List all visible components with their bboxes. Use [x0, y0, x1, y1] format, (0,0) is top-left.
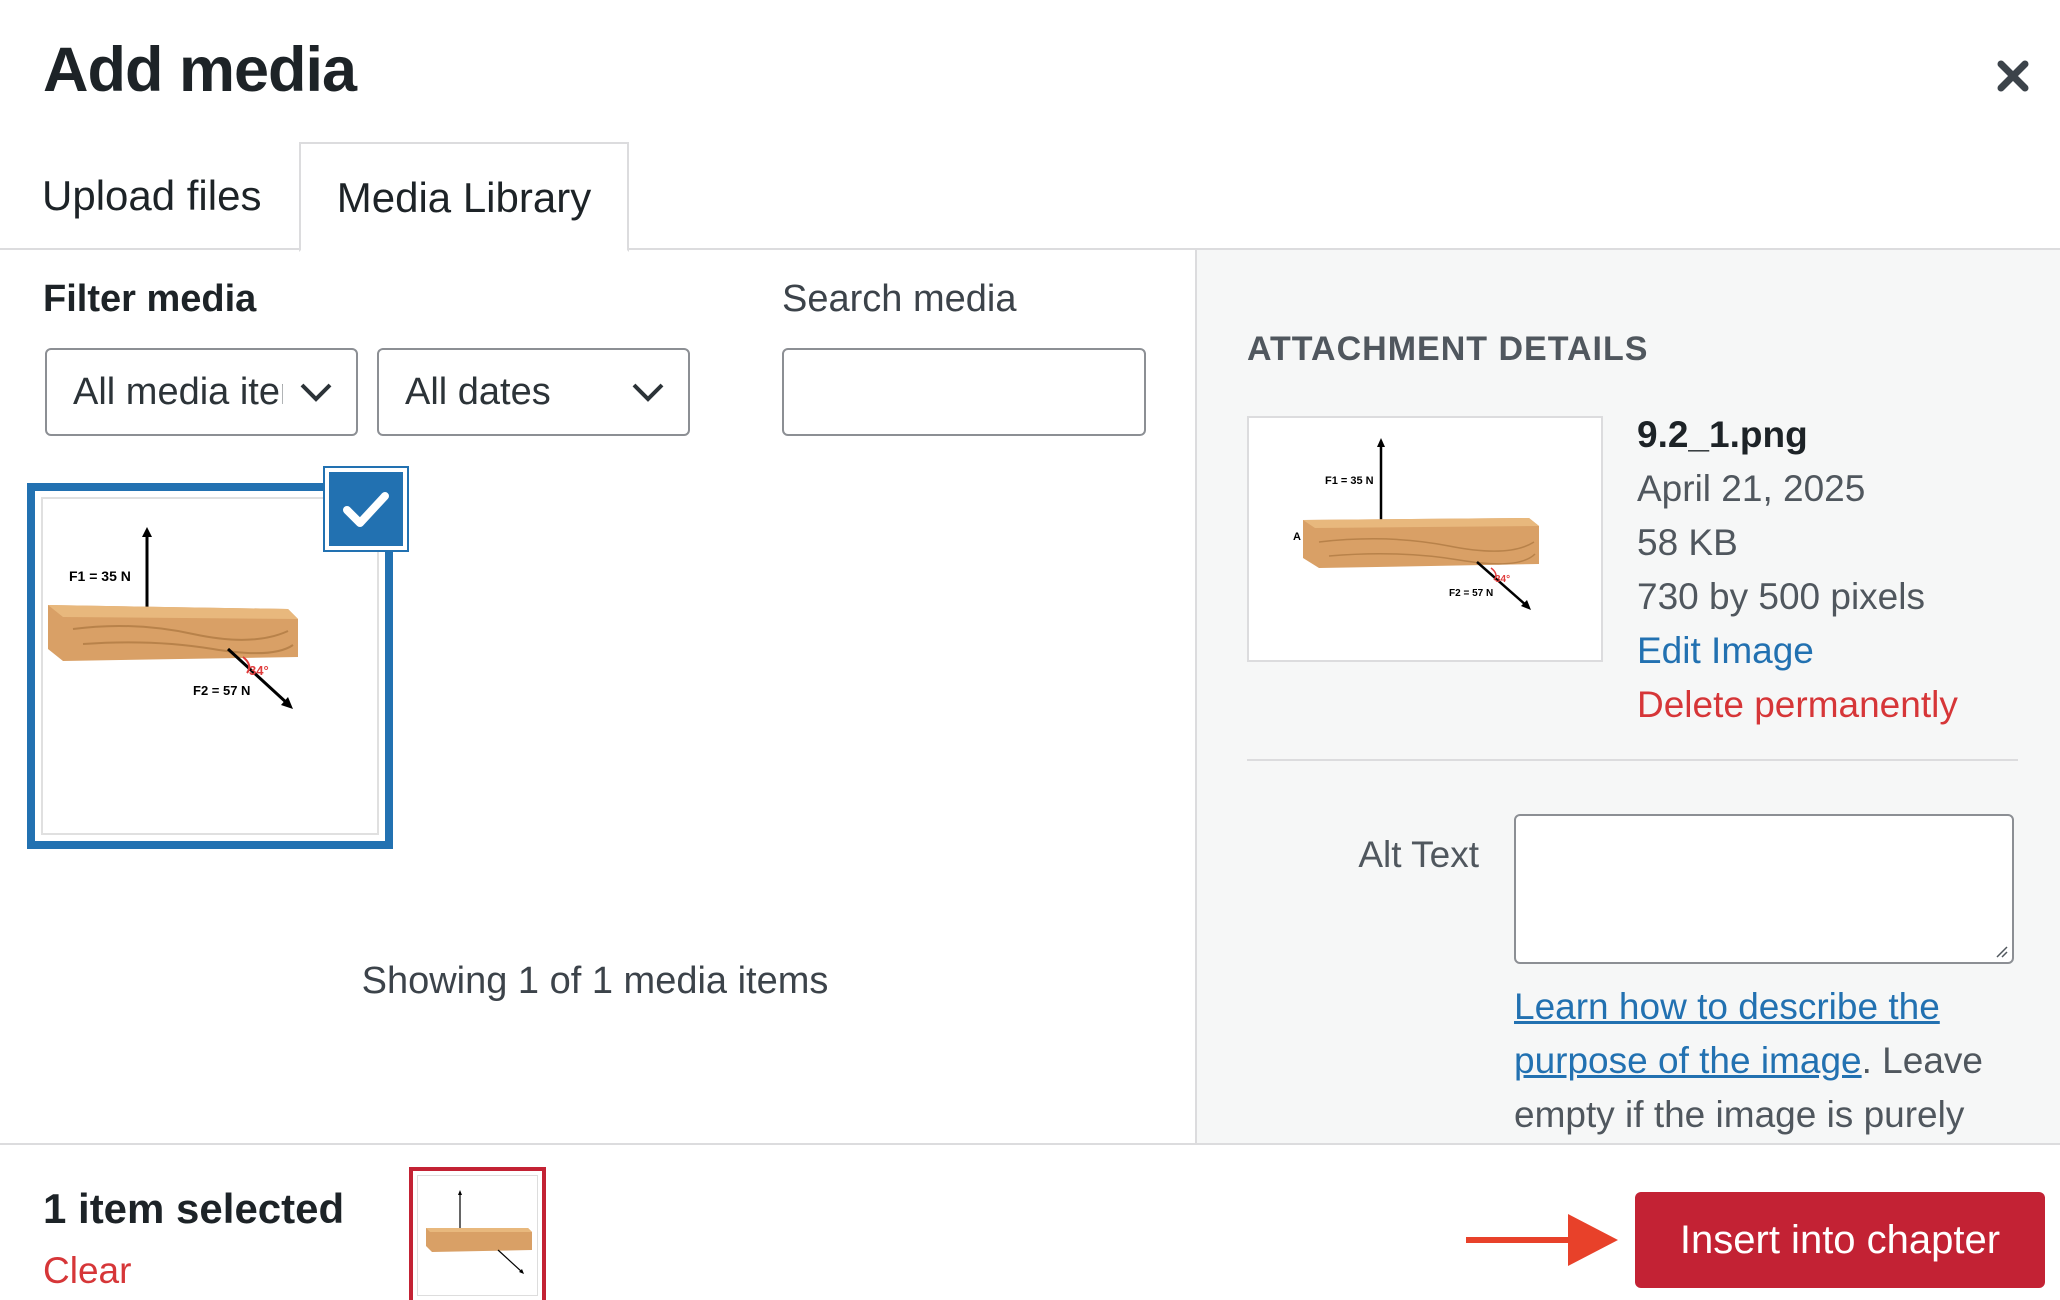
attachment-filename: 9.2_1.png [1637, 414, 1808, 455]
search-input[interactable] [782, 348, 1146, 436]
alt-text-description: Learn how to describe the purpose of the… [1514, 980, 2014, 1142]
media-toolbar: 1 item selected Clear Insert into chapte… [0, 1143, 2060, 1300]
filter-media-label: Filter media [43, 278, 257, 320]
attachment-size: 58 KB [1637, 522, 1738, 563]
attachment-details-panel: ATTACHMENT DETAILS F1 = 35 N A 34° F2 = … [1195, 250, 2060, 1143]
date-select[interactable]: All dates [377, 348, 690, 436]
chevron-down-icon [300, 383, 332, 402]
clear-selection-link[interactable]: Clear [43, 1250, 131, 1292]
insert-into-chapter-button[interactable]: Insert into chapter [1635, 1192, 2045, 1288]
attachment-date: April 21, 2025 [1637, 468, 1866, 509]
edit-image-link[interactable]: Edit Image [1637, 624, 1958, 678]
selected-check-button[interactable] [325, 468, 407, 550]
f2-label: F2 = 57 N [193, 683, 250, 698]
preview-f2-label: F2 = 57 N [1449, 588, 1493, 599]
date-value: All dates [405, 371, 551, 413]
checkmark-icon [343, 492, 389, 527]
media-type-value: All media items [73, 371, 283, 413]
close-button[interactable] [1985, 48, 2041, 104]
chevron-down-icon [632, 383, 664, 402]
modal-title: Add media [43, 35, 357, 105]
delete-permanently-link[interactable]: Delete permanently [1637, 678, 1958, 732]
attachment-details-heading: ATTACHMENT DETAILS [1247, 330, 1649, 368]
selected-item-thumbnail[interactable] [409, 1167, 546, 1300]
arrow-right-icon [1466, 1214, 1618, 1266]
media-type-select[interactable]: All media items [45, 348, 358, 436]
close-icon[interactable] [1985, 48, 2041, 104]
media-tabs: Upload files Media Library [0, 142, 2060, 252]
preview-f1-label: F1 = 35 N [1325, 475, 1374, 487]
resize-grip-icon[interactable] [1992, 942, 2008, 958]
tab-media-library[interactable]: Media Library [299, 142, 629, 252]
alt-text-label: Alt Text [1358, 834, 1479, 875]
attachment-info: 9.2_1.png April 21, 2025 58 KB 730 by 50… [1637, 408, 1958, 732]
angle-label: 34° [249, 663, 269, 678]
selection-count: 1 item selected [43, 1185, 345, 1232]
media-browser: Filter media All media items All dates S… [0, 250, 1195, 1143]
details-divider [1247, 759, 2018, 761]
showing-count: Showing 1 of 1 media items [361, 960, 829, 1002]
selected-thumbnail-image [417, 1175, 538, 1296]
preview-angle-label: 34° [1495, 574, 1510, 585]
search-media-label: Search media [782, 278, 1017, 320]
attachment-dimensions: 730 by 500 pixels [1637, 576, 1925, 617]
attachment-preview-image: F1 = 35 N A 34° F2 = 57 N [1247, 416, 1603, 662]
tab-upload-files[interactable]: Upload files [12, 142, 291, 250]
preview-point-label: A [1293, 531, 1301, 543]
f1-label: F1 = 35 N [69, 568, 131, 584]
alt-text-field[interactable] [1514, 814, 2014, 964]
